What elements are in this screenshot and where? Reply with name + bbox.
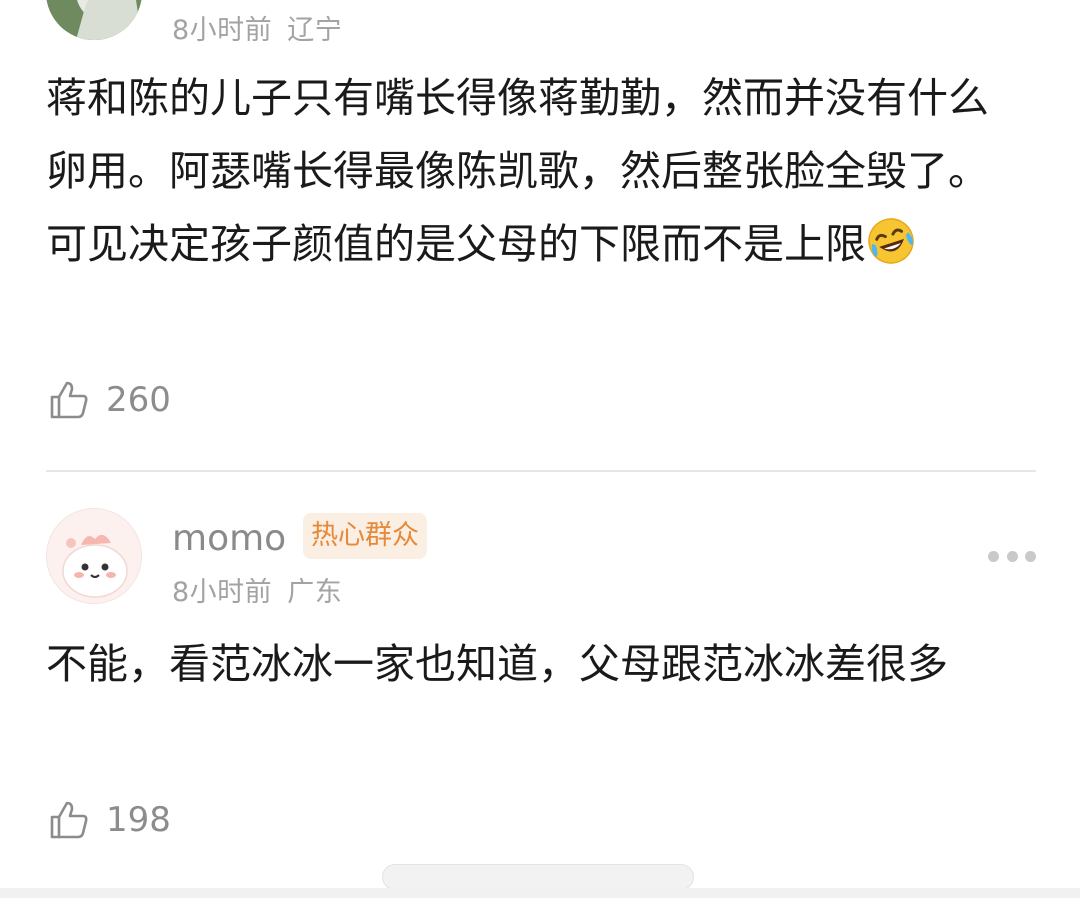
comment-meta: 8小时前 广东 [172, 570, 342, 609]
avatar[interactable] [46, 508, 142, 604]
more-icon[interactable] [988, 546, 1036, 566]
thumbs-up-icon [50, 381, 88, 419]
user-badge: 热心群众 [303, 513, 427, 559]
like-button[interactable]: 198 [46, 797, 171, 843]
home-indicator[interactable] [382, 864, 694, 890]
avatar[interactable] [46, 0, 142, 40]
thumbs-up-icon [50, 801, 88, 839]
like-count: 198 [106, 800, 171, 840]
like-button[interactable]: 260 [46, 377, 171, 423]
comment-location: 辽宁 [287, 15, 343, 46]
comment-text: 蒋和陈的儿子只有嘴长得像蒋勤勤，然而并没有什么卵用。阿瑟嘴长得最像陈凯歌，然后整… [46, 62, 1026, 281]
like-count: 260 [106, 380, 171, 420]
comment-text: 不能，看范冰冰一家也知道，父母跟范冰冰差很多 [46, 640, 948, 688]
comment-text-content: 蒋和陈的儿子只有嘴长得像蒋勤勤，然而并没有什么卵用。阿瑟嘴长得最像陈凯歌，然后整… [46, 74, 989, 268]
comment-time: 8小时前 [172, 15, 273, 46]
bottom-bar [0, 888, 1080, 898]
username[interactable]: momo [172, 518, 286, 559]
laughing-emoji-icon [866, 216, 916, 266]
comment-meta: 8小时前 辽宁 [172, 8, 342, 47]
comment-location: 广东 [287, 577, 343, 608]
comment-time: 8小时前 [172, 577, 273, 608]
divider [46, 470, 1036, 472]
